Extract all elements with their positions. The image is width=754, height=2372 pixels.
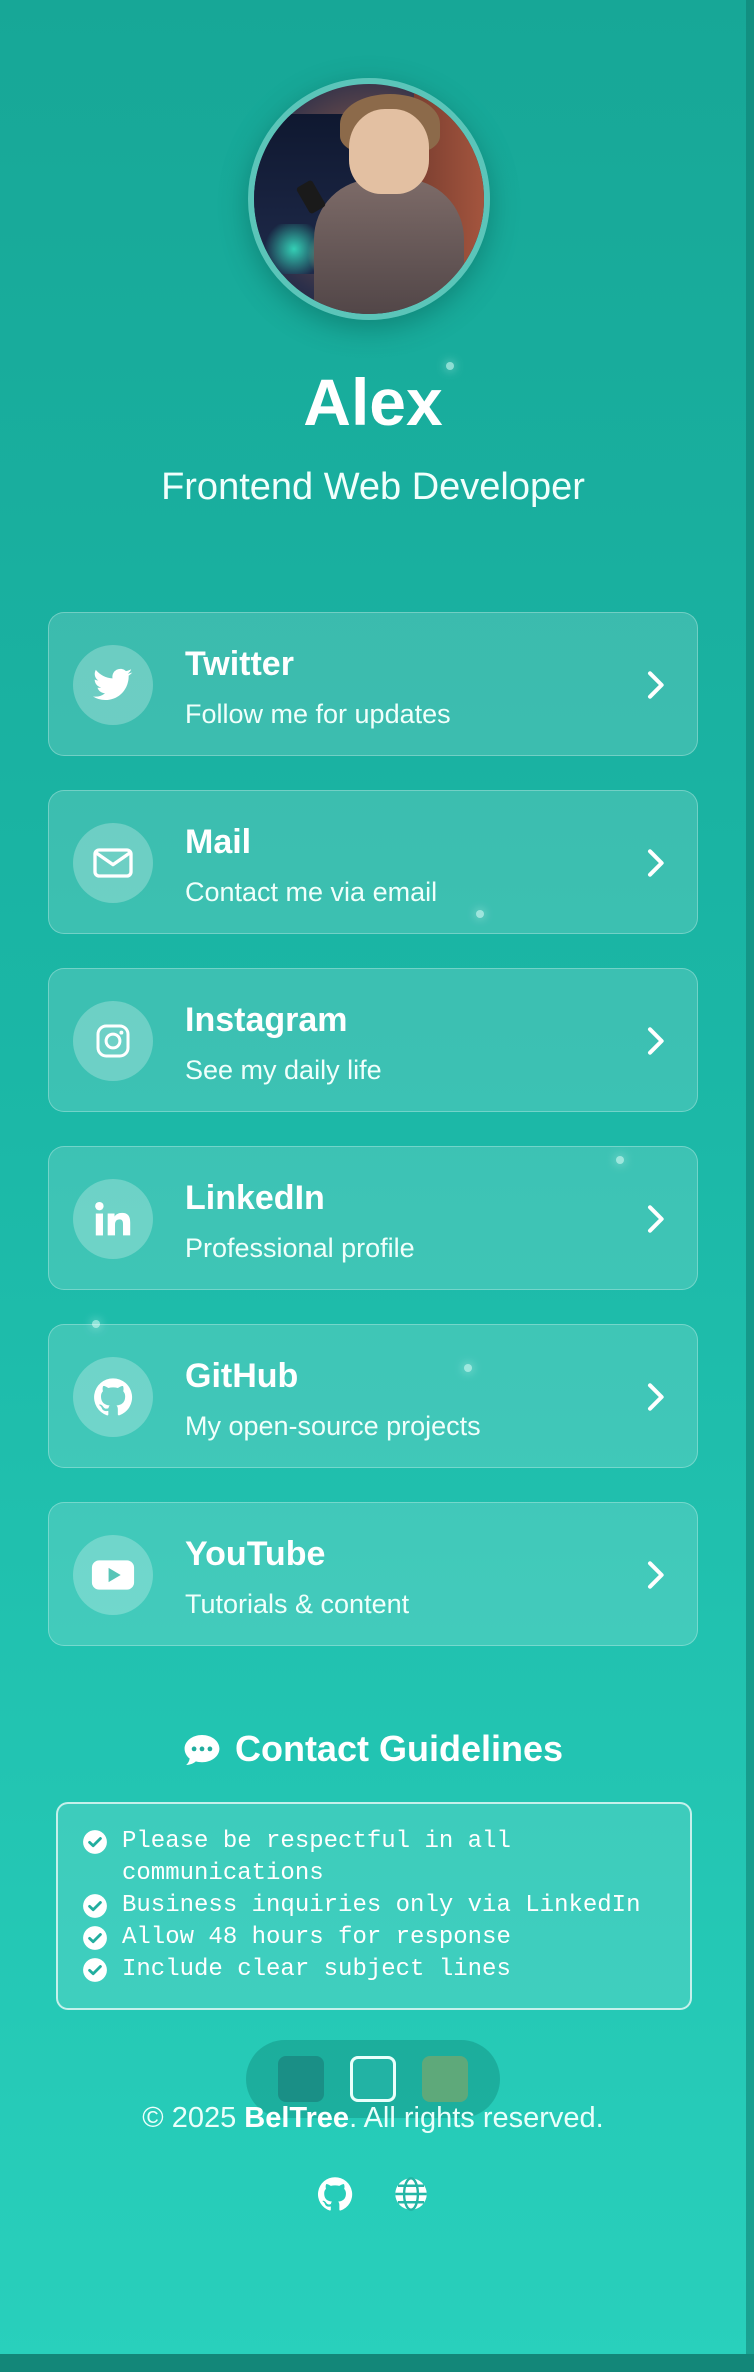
link-subtitle: Follow me for updates — [185, 699, 451, 729]
link-title: YouTube — [185, 1535, 326, 1573]
mail-icon — [73, 823, 153, 903]
copyright: © 2025 BelTree. All rights reserved. — [0, 2098, 746, 2138]
youtube-icon — [73, 1535, 153, 1615]
copyright-suffix: . All rights reserved. — [349, 2102, 604, 2134]
globe-icon[interactable] — [393, 2176, 429, 2217]
linkedin-icon — [73, 1179, 153, 1259]
link-title: Instagram — [185, 1001, 348, 1039]
guideline-text: Please be respectful in all communicatio… — [122, 1828, 511, 1887]
list-item: Allow 48 hours for response — [82, 1922, 666, 1954]
avatar — [248, 78, 490, 320]
list-item: Please be respectful in all communicatio… — [82, 1826, 666, 1890]
chevron-right-icon — [648, 849, 664, 877]
github-icon — [73, 1357, 153, 1437]
theme-swatch-green[interactable] — [422, 2056, 468, 2102]
check-circle-icon — [83, 1894, 107, 1918]
chevron-right-icon — [648, 1027, 664, 1055]
page-edge — [746, 0, 754, 2372]
footer-icons — [0, 2176, 746, 2217]
link-subtitle: Contact me via email — [185, 877, 438, 907]
link-mail[interactable]: Mail Contact me via email — [48, 790, 698, 934]
theme-swatch-teal[interactable] — [350, 2056, 396, 2102]
copyright-prefix: © 2025 — [142, 2102, 245, 2134]
link-title: GitHub — [185, 1357, 299, 1395]
link-subtitle: Professional profile — [185, 1233, 415, 1263]
link-github[interactable]: GitHub My open-source projects — [48, 1324, 698, 1468]
check-circle-icon — [83, 1830, 107, 1854]
check-circle-icon — [83, 1958, 107, 1982]
guidelines-title: Contact Guidelines — [234, 1728, 564, 1769]
link-title: LinkedIn — [185, 1179, 325, 1217]
link-instagram[interactable]: Instagram See my daily life — [48, 968, 698, 1112]
guideline-text: Allow 48 hours for response — [122, 1924, 511, 1951]
link-subtitle: My open-source projects — [185, 1411, 481, 1441]
list-item: Business inquiries only via LinkedIn — [82, 1890, 666, 1922]
link-youtube[interactable]: YouTube Tutorials & content — [48, 1502, 698, 1646]
theme-swatch-dark-teal[interactable] — [278, 2056, 324, 2102]
brand-link[interactable]: BelTree — [244, 2102, 349, 2134]
chevron-right-icon — [648, 671, 664, 699]
guideline-text: Include clear subject lines — [122, 1956, 511, 1983]
link-linkedin[interactable]: LinkedIn Professional profile — [48, 1146, 698, 1290]
list-item: Include clear subject lines — [82, 1954, 666, 1986]
profile-role: Frontend Web Developer — [161, 466, 585, 508]
chevron-right-icon — [648, 1383, 664, 1411]
guidelines-list: Please be respectful in all communicatio… — [56, 1802, 692, 2010]
link-title: Twitter — [185, 645, 294, 683]
chevron-right-icon — [648, 1561, 664, 1589]
guidelines-heading: Contact Guidelines — [0, 1724, 746, 1780]
github-icon[interactable] — [317, 2176, 353, 2217]
guideline-text: Business inquiries only via LinkedIn — [122, 1892, 641, 1919]
bottom-bar — [0, 2354, 754, 2372]
instagram-icon — [73, 1001, 153, 1081]
chat-bubble-icon — [183, 1730, 221, 1780]
twitter-icon — [73, 645, 153, 725]
profile-name: Alex — [303, 365, 443, 439]
link-twitter[interactable]: Twitter Follow me for updates — [48, 612, 698, 756]
link-subtitle: Tutorials & content — [185, 1589, 410, 1619]
chevron-right-icon — [648, 1205, 664, 1233]
link-title: Mail — [185, 823, 252, 861]
link-subtitle: See my daily life — [185, 1055, 382, 1085]
check-circle-icon — [83, 1926, 107, 1950]
